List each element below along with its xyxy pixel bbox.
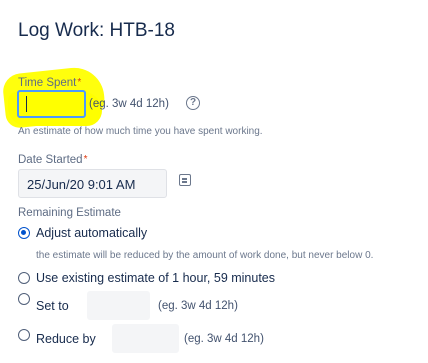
time-spent-input[interactable] bbox=[17, 90, 86, 118]
time-spent-hint: (eg. 3w 4d 12h) bbox=[89, 98, 169, 110]
option-adjust-automatically-label[interactable]: Adjust automatically bbox=[36, 226, 147, 240]
date-started-input[interactable]: 25/Jun/20 9:01 AM bbox=[18, 169, 167, 198]
reduce-by-hint: (eg. 3w 4d 12h) bbox=[184, 333, 264, 345]
date-started-label-text: Date Started bbox=[18, 154, 83, 166]
adjust-automatically-description: the estimate will be reduced by the amou… bbox=[36, 250, 374, 261]
time-spent-label: Time Spent* bbox=[18, 77, 81, 89]
required-asterisk: * bbox=[83, 154, 88, 165]
calendar-icon[interactable] bbox=[179, 174, 191, 186]
text-caret bbox=[26, 96, 27, 112]
radio-reduce-by[interactable] bbox=[18, 329, 30, 341]
required-asterisk: * bbox=[77, 77, 82, 88]
radio-adjust-automatically[interactable] bbox=[18, 227, 30, 239]
time-spent-description: An estimate of how much time you have sp… bbox=[18, 126, 263, 137]
reduce-by-input[interactable] bbox=[112, 324, 179, 353]
option-use-existing-label[interactable]: Use existing estimate of 1 hour, 59 minu… bbox=[36, 271, 275, 285]
time-spent-label-text: Time Spent bbox=[18, 77, 77, 89]
set-to-hint: (eg. 3w 4d 12h) bbox=[158, 300, 238, 312]
option-reduce-by-label[interactable]: Reduce by bbox=[36, 332, 96, 346]
remaining-estimate-label: Remaining Estimate bbox=[18, 207, 121, 219]
radio-set-to[interactable] bbox=[18, 293, 30, 305]
option-set-to-label[interactable]: Set to bbox=[36, 299, 69, 313]
help-icon[interactable]: ? bbox=[186, 96, 200, 110]
dialog-title: Log Work: HTB-18 bbox=[18, 20, 175, 41]
set-to-input[interactable] bbox=[87, 291, 150, 320]
date-started-label: Date Started* bbox=[18, 154, 87, 166]
radio-use-existing[interactable] bbox=[18, 272, 30, 284]
